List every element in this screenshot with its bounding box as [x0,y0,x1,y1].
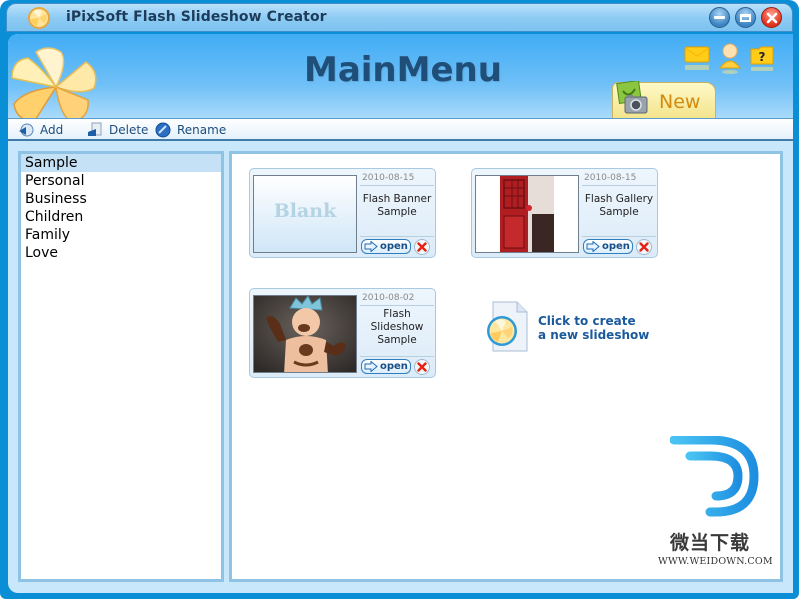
camera-photo-icon [616,81,648,114]
open-label: open [380,361,408,372]
category-item[interactable]: Sample [21,154,221,172]
restore-button[interactable] [735,7,756,28]
watermark: 微当下载 WWW.WEIDOWN.COM [656,436,776,576]
template-thumbnail[interactable] [475,175,579,253]
template-card[interactable]: 2010-08-02 Flash Slideshow Sample open [249,288,436,378]
svg-text:?: ? [759,50,766,64]
client-area: MainMenu ? New Add Delete Rename Sample … [8,34,793,593]
rename-button[interactable]: Rename [155,121,226,139]
open-button[interactable]: open [583,239,633,254]
close-icon [417,241,427,252]
new-document-icon [487,301,528,352]
add-icon [19,123,34,137]
arrow-right-icon [364,241,378,252]
page-title: MainMenu [304,50,502,90]
clover-logo-icon [11,47,97,123]
watermark-url: WWW.WEIDOWN.COM [658,556,773,567]
header-banner: MainMenu ? New [8,34,793,123]
template-name: Sample [377,206,417,218]
create-new-line2: a new slideshow [538,328,650,342]
add-label: Add [40,123,64,137]
template-name: Slideshow [370,321,424,333]
template-date: 2010-08-15 [582,171,656,186]
user-support-icon[interactable] [717,42,743,76]
rename-label: Rename [177,123,227,137]
red-door-photo [476,176,578,252]
category-item[interactable]: Children [21,208,221,226]
template-date: 2010-08-02 [360,291,434,306]
category-item[interactable]: Family [21,226,221,244]
app-logo-icon [28,7,50,29]
mail-icon[interactable] [684,42,710,76]
help-icon[interactable]: ? [749,42,775,76]
template-name: Flash Gallery [584,193,654,205]
template-name: Flash [383,308,411,320]
minimize-icon [714,16,725,19]
template-name: Sample [377,334,417,346]
arrow-right-icon [364,361,378,372]
toolbar: Add Delete Rename [8,118,793,141]
category-item[interactable]: Business [21,190,221,208]
template-actions: open [360,236,434,256]
delete-template-button[interactable] [636,238,652,255]
close-icon [766,12,777,23]
delete-template-button[interactable] [414,358,430,375]
new-tab-label: New [659,91,701,113]
delete-button[interactable]: Delete [87,121,148,139]
category-list: Sample Personal Business Children Family… [18,151,224,582]
create-new-line1: Click to create [538,314,636,328]
new-slideshow-tab[interactable]: New [612,81,716,118]
template-info: 2010-08-02 Flash Slideshow Sample open [360,291,434,377]
category-item[interactable]: Love [21,244,221,262]
category-item[interactable]: Personal [21,172,221,190]
template-gallery: Blank 2010-08-15 Flash Banner Sample ope… [229,151,783,582]
add-button[interactable]: Add [18,121,63,139]
close-icon [639,241,649,252]
template-thumbnail[interactable]: Blank [253,175,357,253]
close-icon [417,361,427,372]
template-thumbnail[interactable] [253,295,357,373]
window-title: iPixSoft Flash Slideshow Creator [66,9,327,25]
delete-template-button[interactable] [414,238,430,255]
arrow-right-icon [586,241,600,252]
blank-thumbnail-text: Blank [273,200,337,222]
create-new-slideshow-link[interactable]: Click to create a new slideshow [485,301,665,355]
delete-label: Delete [109,123,149,137]
delete-icon [88,122,102,136]
open-button[interactable]: open [361,359,411,374]
template-card[interactable]: 2010-08-15 Flash Gallery Sample open [471,168,658,258]
open-label: open [602,241,630,252]
title-bar[interactable]: iPixSoft Flash Slideshow Creator [6,3,793,32]
watermark-cn-text: 微当下载 [670,532,751,554]
open-label: open [380,241,408,252]
rename-icon [155,122,171,138]
template-actions: open [582,236,656,256]
minimize-button[interactable] [709,7,730,28]
template-date: 2010-08-15 [360,171,434,186]
template-name: Flash Banner [362,193,432,205]
close-button[interactable] [761,7,782,28]
template-card[interactable]: Blank 2010-08-15 Flash Banner Sample ope… [249,168,436,258]
template-actions: open [360,356,434,376]
template-name: Sample [599,206,639,218]
open-button[interactable]: open [361,239,411,254]
restore-icon [740,13,751,22]
baby-photo [254,296,356,372]
template-info: 2010-08-15 Flash Gallery Sample open [582,171,656,257]
template-info: 2010-08-15 Flash Banner Sample open [360,171,434,257]
weidown-logo-icon [670,436,759,527]
app-window: iPixSoft Flash Slideshow Creator MainMen… [0,0,799,599]
